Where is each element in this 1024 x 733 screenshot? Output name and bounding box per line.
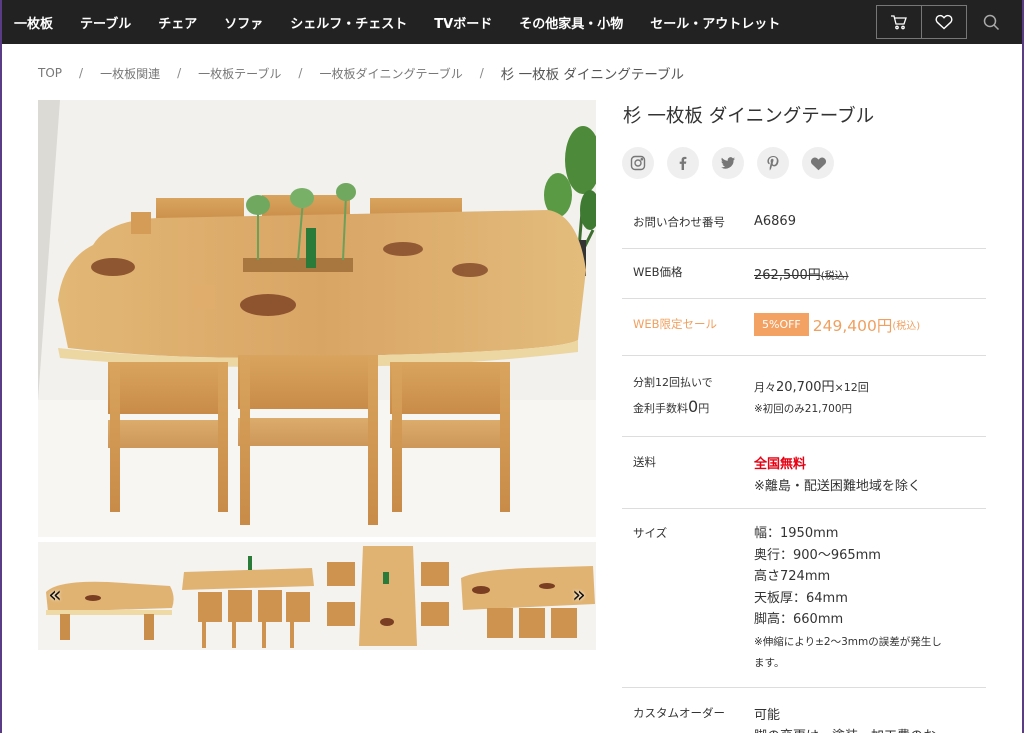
spec-row-shipping: 送料 全国無料 ※離島・配送困難地域を除く [622,437,986,509]
nav-item-tv-board[interactable]: TVボード [434,13,492,32]
breadcrumb-top[interactable]: TOP [38,66,62,80]
breadcrumb-separator: / [479,66,484,80]
sale-tax: (税込) [892,321,921,332]
nav-item-ichimaiita[interactable]: 一枚板 [14,13,53,32]
thumbnail-strip [38,542,596,650]
search-button[interactable] [978,9,1004,35]
sale-value: 5%OFF 249,400円(税込) [754,313,920,336]
pinterest-button[interactable] [757,147,789,179]
size-values: 幅：1950mm 奥行：900〜965mm 高さ724mm 天板厚：64mm 脚… [754,523,942,674]
nav-item-sofa[interactable]: ソファ [224,13,263,32]
inquiry-label: お問い合わせ番号 [633,215,725,229]
twitter-button[interactable] [712,147,744,179]
favorites-button[interactable] [921,5,967,39]
custom-order-note: 脚の変更は、塗装、加工費のお [754,725,936,733]
installment-yen: 円 [698,402,710,415]
spec-row-installment: 分割12回払いで 金利手数料0円 月々20,700円×12回 ※初回のみ21,7… [622,356,986,437]
nav-menu: 一枚板 テーブル チェア ソファ シェルフ・チェスト TVボード その他家具・小… [0,0,780,44]
gallery-prev-button[interactable]: « [42,580,68,610]
nav-item-other[interactable]: その他家具・小物 [519,13,623,32]
spec-row-inquiry: お問い合わせ番号 A6869 [622,199,986,249]
installment-label-line2: 金利手数料0円 [633,397,709,416]
installment-first-payment: ※初回のみ21,700円 [754,403,853,415]
breadcrumb-separator: / [79,66,84,80]
sale-price: 249,400円 [812,316,893,335]
breadcrumb-separator: / [298,66,303,80]
top-navigation: 一枚板 テーブル チェア ソファ シェルフ・チェスト TVボード その他家具・小… [0,0,1024,44]
size-depth: 奥行：900〜965mm [754,547,881,563]
size-top-thickness: 天板厚：64mm [754,590,848,606]
web-price-value: 262,500円(税込) [754,264,849,283]
thumbnail-3[interactable] [317,542,457,650]
installment-label-line1: 分割12回払いで [633,376,713,389]
facebook-button[interactable] [667,147,699,179]
shipping-value: 全国無料 [754,457,807,472]
size-width: 幅：1950mm [754,526,839,541]
installment-value-line1: 月々20,700円×12回 [754,376,869,395]
size-height: 高さ724mm [754,569,831,584]
product-title: 杉 一枚板 ダイニングテーブル [623,106,875,127]
heart-icon [810,157,826,170]
spec-row-size: サイズ 幅：1950mm 奥行：900〜965mm 高さ724mm 天板厚：64… [622,509,986,688]
gallery-next-button[interactable]: » [566,580,592,610]
installment-zero: 0 [688,397,699,416]
custom-order-value: 可能 [754,708,781,723]
size-note-line2: ます。 [754,656,785,669]
spec-row-custom-order: カスタムオーダー 可能 脚の変更は、塗装、加工費のお [622,688,986,733]
breadcrumb-ichimaiita-related[interactable]: 一枚板関連 [100,65,160,82]
breadcrumb: TOP / 一枚板関連 / 一枚板テーブル / 一枚板ダイニングテーブル / 杉… [38,64,685,83]
installment-monthly-prefix: 月々 [754,381,776,394]
breadcrumb-current: 杉 一枚板 ダイニングテーブル [500,67,685,83]
installment-monthly-amount: 20,700円 [776,380,835,395]
facebook-icon [679,156,687,170]
cart-icon [891,15,907,30]
twitter-icon [721,157,735,169]
shipping-label: 送料 [633,455,656,469]
search-icon [983,14,999,30]
discount-badge: 5%OFF [754,313,809,336]
size-leg-height: 脚高：660mm [754,612,844,627]
window-frame-left [0,0,2,733]
web-price-tax: (税込) [820,271,849,282]
nav-item-chair[interactable]: チェア [158,13,197,32]
cart-button[interactable] [876,5,922,39]
instagram-icon [630,155,646,171]
breadcrumb-ichimaiita-table[interactable]: 一枚板テーブル [198,65,281,82]
spec-row-web-price: WEB価格 262,500円(税込) [622,249,986,299]
size-label: サイズ [633,526,668,540]
custom-order-label: カスタムオーダー [633,706,725,720]
nav-item-table[interactable]: テーブル [80,13,131,32]
favorite-button[interactable] [802,147,834,179]
sale-label: WEB限定セール [633,317,718,331]
instagram-button[interactable] [622,147,654,179]
inquiry-value: A6869 [754,214,796,229]
installment-count: ×12回 [834,381,869,394]
heart-icon [935,14,953,30]
web-price-label: WEB価格 [633,265,683,279]
breadcrumb-dining-table[interactable]: 一枚板ダイニングテーブル [319,65,462,82]
breadcrumb-separator: / [177,66,182,80]
thumbnail-2[interactable] [177,542,317,650]
main-product-image[interactable] [38,100,596,537]
shipping-note: ※離島・配送困難地域を除く [754,479,921,494]
social-share-buttons [622,147,847,179]
nav-item-sale-outlet[interactable]: セール・アウトレット [650,13,780,32]
web-price-amount: 262,500円 [754,268,821,283]
installment-label-text: 金利手数料 [633,402,688,415]
nav-item-shelf-chest[interactable]: シェルフ・チェスト [290,13,407,32]
nav-icon-group [876,5,967,39]
size-note-line1: ※伸縮により±2〜3mmの誤差が発生し [754,635,942,648]
pinterest-icon [767,156,779,171]
spec-row-sale: WEB限定セール 5%OFF 249,400円(税込) [622,299,986,356]
